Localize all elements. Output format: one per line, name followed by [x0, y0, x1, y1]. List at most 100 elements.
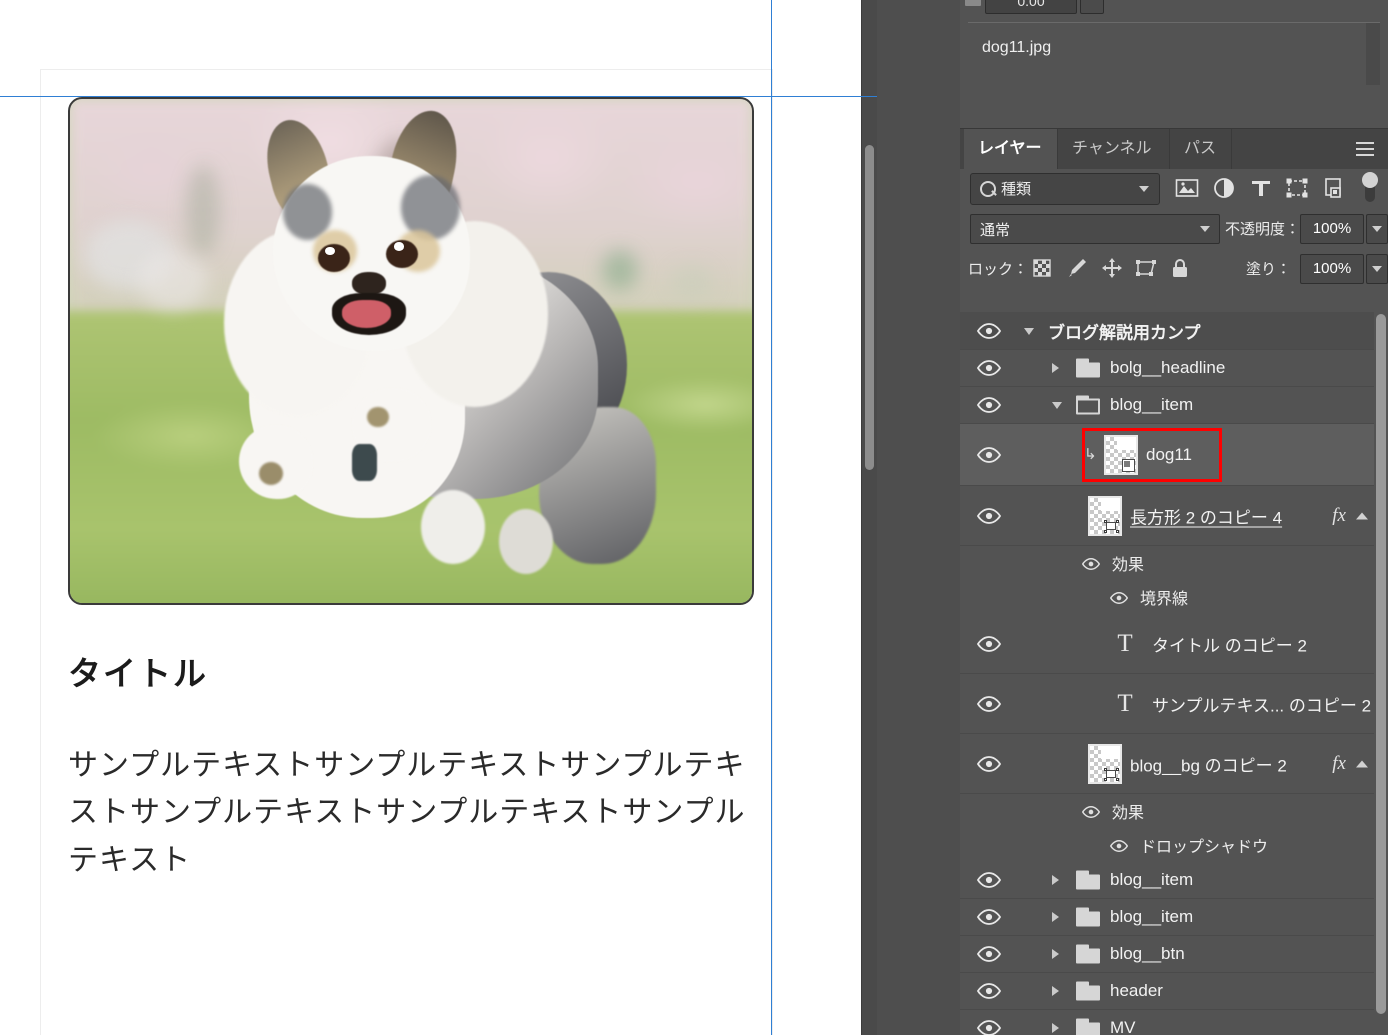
layer-name-label[interactable]: blog__btn: [1110, 944, 1185, 964]
layer-list[interactable]: ブログ解説用カンプ bolg__headline blog__item ↳ dog11 長…: [960, 312, 1388, 1035]
layer-name-label[interactable]: blog__item: [1110, 907, 1193, 927]
layer-name-label[interactable]: blog__bg のコピー 2: [1130, 751, 1287, 776]
layer-visibility-toggle-icon[interactable]: [976, 635, 1002, 652]
layer-row[interactable]: ↳ dog11: [960, 424, 1388, 486]
layer-name-label[interactable]: ブログ解説用カンプ: [1048, 318, 1201, 343]
horizontal-guide[interactable]: [0, 96, 877, 97]
layer-list-scrollbar-thumb[interactable]: [1376, 314, 1386, 1014]
chevron-right-icon[interactable]: [1052, 874, 1064, 886]
layer-row[interactable]: 長方形 2 のコピー 4 fx: [960, 486, 1388, 546]
opacity-stepper-button[interactable]: [1366, 214, 1388, 244]
lock-transparent-pixels-icon[interactable]: [1030, 256, 1054, 280]
chevron-down-icon[interactable]: [1024, 325, 1036, 337]
layer-visibility-toggle-icon[interactable]: [976, 322, 1002, 339]
layer-visibility-toggle-icon[interactable]: [976, 397, 1002, 413]
layer-effects-fx-icon[interactable]: fx: [1332, 753, 1346, 775]
layer-list-scrollbar[interactable]: [1374, 312, 1388, 1035]
layer-row[interactable]: blog__btn: [960, 936, 1388, 973]
layer-visibility-toggle-icon[interactable]: [976, 1020, 1002, 1035]
tab-channels[interactable]: チャンネル: [1058, 129, 1170, 169]
layer-visibility-toggle-icon[interactable]: [976, 695, 1002, 712]
smart-object-filter-icon[interactable]: [1322, 177, 1346, 199]
pixel-layer-filter-icon[interactable]: [1175, 177, 1199, 199]
layer-row[interactable]: 効果: [960, 546, 1388, 579]
layer-name-label[interactable]: サンプルテキス... のコピー 2: [1152, 691, 1371, 716]
effects-collapse-chevron-icon[interactable]: [1356, 512, 1368, 519]
layer-row[interactable]: T タイトル のコピー 2: [960, 614, 1388, 674]
layer-visibility-toggle-icon[interactable]: [976, 946, 1002, 962]
layer-visibility-toggle-icon[interactable]: [976, 507, 1002, 524]
angle-value-field[interactable]: 0.00: [985, 0, 1077, 14]
angle-stepper-button[interactable]: [1080, 0, 1104, 14]
type-layer-filter-icon[interactable]: [1249, 177, 1273, 199]
layer-visibility-toggle-icon[interactable]: [1109, 839, 1129, 852]
layer-thumbnail[interactable]: [1104, 434, 1138, 475]
chevron-down-icon[interactable]: [1052, 399, 1064, 411]
panel-menu-icon[interactable]: [1356, 142, 1374, 156]
layer-name-label[interactable]: 境界線: [1140, 585, 1188, 609]
tab-paths[interactable]: パス: [1170, 129, 1232, 169]
effects-collapse-chevron-icon[interactable]: [1356, 760, 1368, 767]
layer-name-label[interactable]: bolg__headline: [1110, 358, 1225, 378]
layer-thumbnail[interactable]: [1088, 495, 1122, 536]
tab-layers[interactable]: レイヤー: [964, 129, 1058, 169]
lock-all-icon[interactable]: [1168, 256, 1192, 280]
canvas-scrollbar-thumb[interactable]: [865, 145, 874, 470]
adjustment-layer-filter-icon[interactable]: [1212, 177, 1236, 199]
layer-thumbnail[interactable]: [1088, 743, 1122, 784]
layer-row[interactable]: 効果: [960, 794, 1388, 827]
layer-name-label[interactable]: 長方形 2 のコピー 4: [1130, 503, 1282, 528]
layer-name-label[interactable]: header: [1110, 981, 1163, 1001]
layer-visibility-toggle-icon[interactable]: [976, 446, 1002, 463]
lock-image-pixels-icon[interactable]: [1065, 256, 1089, 280]
layer-row[interactable]: T サンプルテキス... のコピー 2: [960, 674, 1388, 734]
chevron-right-icon[interactable]: [1052, 948, 1064, 960]
layer-row[interactable]: MV: [960, 1010, 1388, 1035]
opacity-input[interactable]: 100%: [1300, 214, 1364, 244]
layer-row[interactable]: blog__bg のコピー 2 fx: [960, 734, 1388, 794]
layer-row[interactable]: header: [960, 973, 1388, 1010]
layer-row[interactable]: blog__item: [960, 862, 1388, 899]
layer-visibility-toggle-icon[interactable]: [976, 755, 1002, 772]
filter-enable-toggle[interactable]: [1362, 172, 1378, 204]
layer-row[interactable]: ブログ解説用カンプ: [960, 312, 1388, 350]
lock-position-icon[interactable]: [1100, 256, 1124, 280]
layer-name-label[interactable]: タイトル のコピー 2: [1152, 631, 1307, 656]
fill-input[interactable]: 100%: [1300, 254, 1364, 284]
layer-visibility-toggle-icon[interactable]: [976, 983, 1002, 999]
layer-visibility-toggle-icon[interactable]: [1109, 591, 1129, 604]
layer-name-label[interactable]: blog__item: [1110, 870, 1193, 890]
layer-row[interactable]: bolg__headline: [960, 350, 1388, 387]
shape-layer-filter-icon[interactable]: [1285, 177, 1309, 199]
document-canvas[interactable]: タイトル サンプルテキストサンプルテキストサンプルテキストサンプルテキストサンプ…: [0, 0, 877, 1035]
chevron-right-icon[interactable]: [1052, 911, 1064, 923]
layer-visibility-toggle-icon[interactable]: [976, 909, 1002, 925]
layer-name-label[interactable]: MV: [1110, 1018, 1136, 1035]
dog-photo-layer[interactable]: [68, 97, 754, 605]
layer-row[interactable]: 境界線: [960, 579, 1388, 614]
layer-row[interactable]: ドロップシャドウ: [960, 827, 1388, 862]
layer-name-label[interactable]: dog11: [1146, 445, 1192, 465]
layer-row[interactable]: blog__item: [960, 899, 1388, 936]
vertical-guide[interactable]: [771, 0, 772, 1035]
blend-mode-select[interactable]: 通常: [970, 214, 1220, 244]
lock-artboard-nesting-icon[interactable]: [1134, 256, 1158, 280]
layer-visibility-toggle-icon[interactable]: [1081, 557, 1101, 570]
layer-name-label[interactable]: 効果: [1112, 799, 1144, 823]
chevron-right-icon[interactable]: [1052, 362, 1064, 374]
layer-row[interactable]: blog__item: [960, 387, 1388, 424]
layer-name-label[interactable]: 効果: [1112, 551, 1144, 575]
canvas-body-text[interactable]: サンプルテキストサンプルテキストサンプルテキストサンプルテキストサンプルテキスト…: [68, 742, 758, 884]
fill-stepper-button[interactable]: [1366, 254, 1388, 284]
layer-visibility-toggle-icon[interactable]: [1081, 805, 1101, 818]
canvas-title-text[interactable]: タイトル: [68, 657, 208, 690]
layer-effects-fx-icon[interactable]: fx: [1332, 505, 1346, 527]
canvas-scrollbar[interactable]: [861, 0, 877, 1035]
layer-name-label[interactable]: blog__item: [1110, 395, 1193, 415]
chevron-right-icon[interactable]: [1052, 985, 1064, 997]
layer-name-label[interactable]: ドロップシャドウ: [1140, 833, 1268, 857]
layer-visibility-toggle-icon[interactable]: [976, 872, 1002, 888]
filter-type-select[interactable]: 種類: [970, 173, 1160, 205]
chevron-right-icon[interactable]: [1052, 1022, 1064, 1034]
layer-visibility-toggle-icon[interactable]: [976, 360, 1002, 376]
